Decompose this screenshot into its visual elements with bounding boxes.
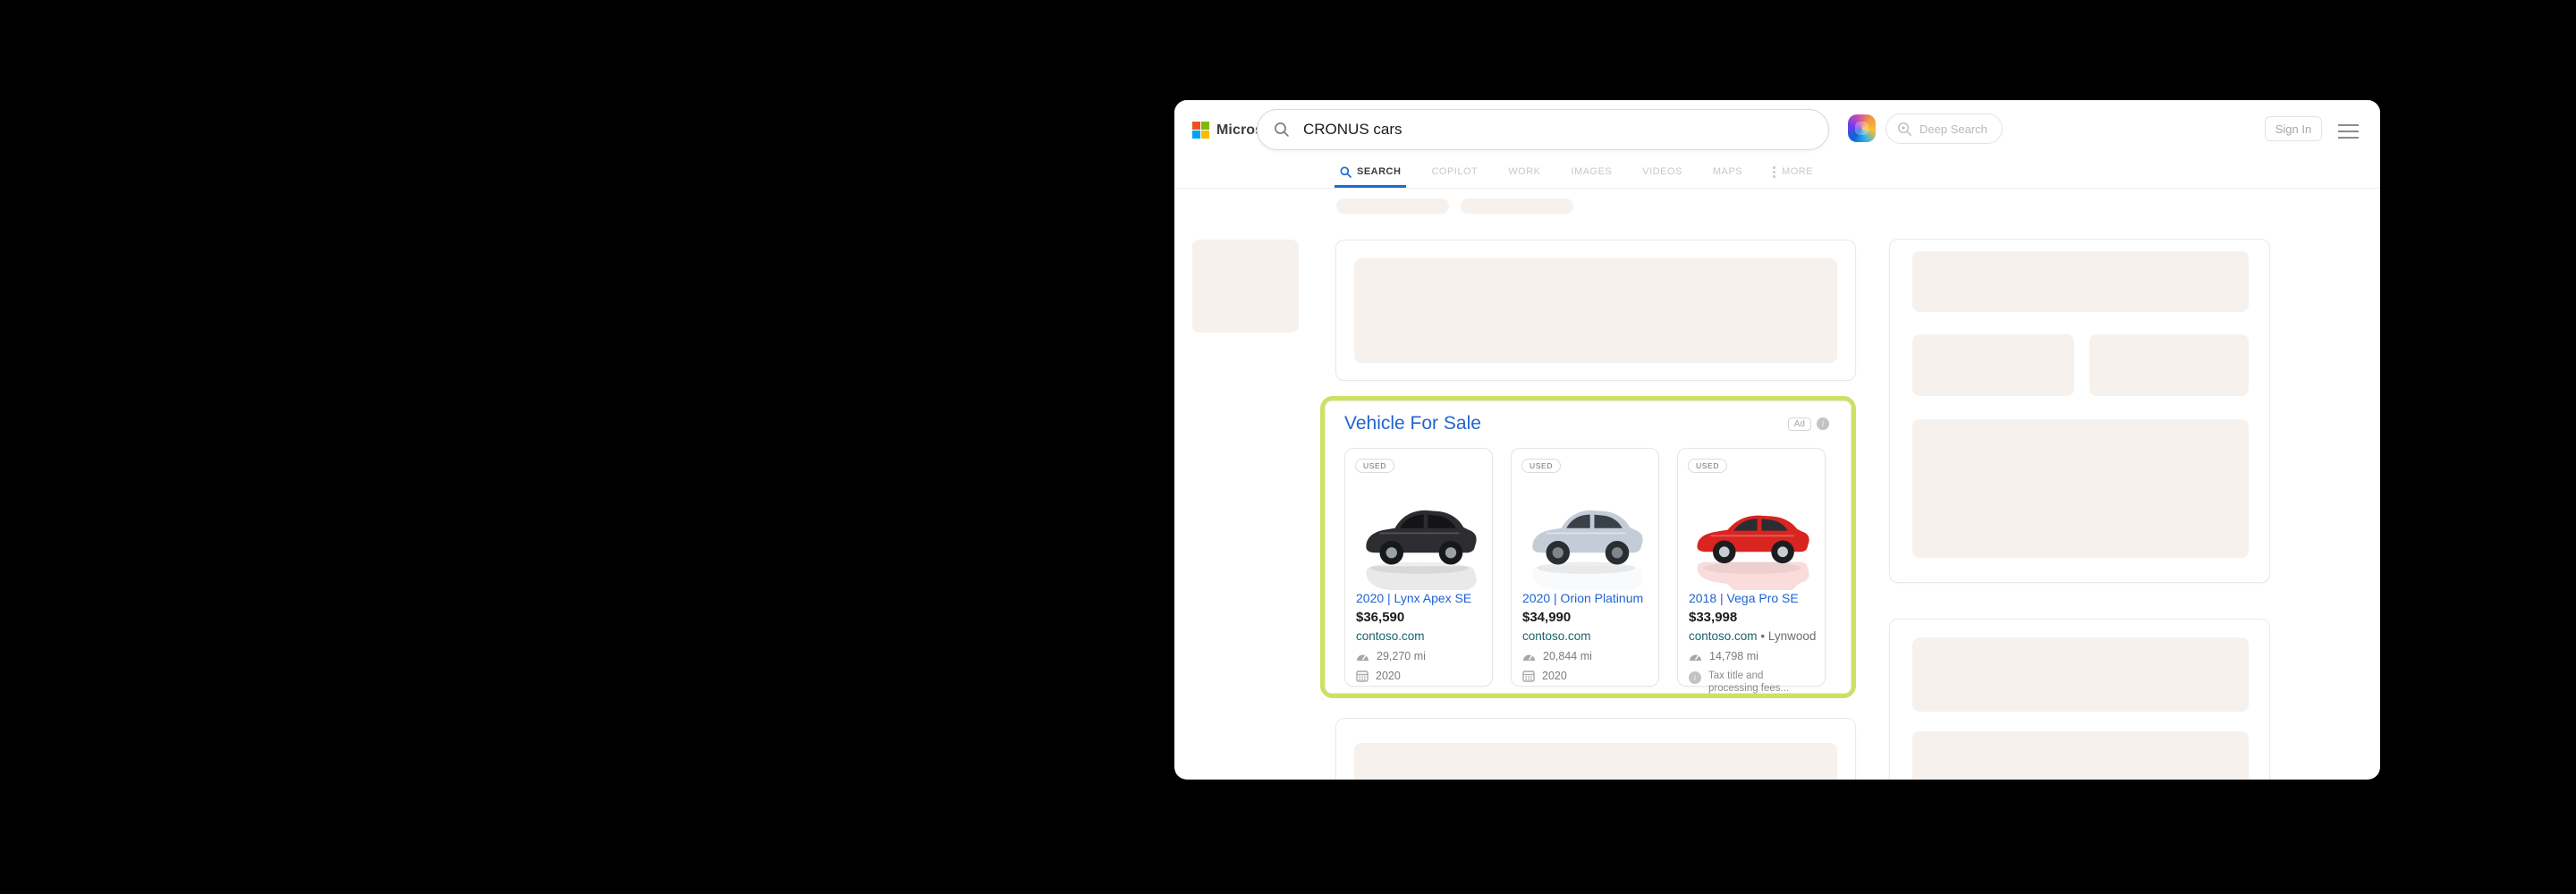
vehicle-site-domain[interactable]: contoso.com: [1689, 629, 1758, 643]
module-title[interactable]: Vehicle For Sale: [1344, 413, 1481, 434]
note-info-icon: i: [1689, 671, 1701, 684]
tab-label: WORK: [1508, 166, 1540, 177]
vehicle-title-link[interactable]: 2020 | Orion Platinum: [1522, 591, 1648, 605]
skeleton-block: [2089, 334, 2249, 396]
more-dots-icon: [1773, 166, 1775, 178]
calendar-icon: [1356, 670, 1368, 682]
vehicle-title-link[interactable]: 2020 | Lynx Apex SE: [1356, 591, 1481, 605]
tab-more[interactable]: MORE: [1773, 156, 1813, 188]
car-photo-red-sedan: [1689, 476, 1816, 590]
vehicle-card[interactable]: USED 2020: [1344, 448, 1493, 687]
vehicle-year-row: 2020: [1356, 670, 1481, 682]
skeleton-block: [1912, 637, 2249, 712]
tab-maps[interactable]: MAPS: [1713, 156, 1742, 188]
tab-label: IMAGES: [1571, 166, 1612, 177]
condition-badge: USED: [1355, 459, 1394, 473]
ad-badge: Ad: [1788, 417, 1811, 431]
skeleton-block: [1192, 240, 1299, 333]
deep-search-label: Deep Search: [1919, 122, 1987, 136]
year-value: 2020: [1542, 670, 1567, 682]
odometer-icon: [1522, 652, 1536, 662]
hamburger-menu-icon[interactable]: [2338, 124, 2359, 139]
vehicle-title-link[interactable]: 2018 | Vega Pro SE: [1689, 591, 1814, 605]
condition-badge: USED: [1688, 459, 1727, 473]
skeleton-block: [1912, 334, 2074, 396]
skeleton-block: [1461, 198, 1573, 214]
tab-search[interactable]: SEARCH: [1340, 156, 1401, 188]
browser-window: Microsoft Bing CRONUS cars Deep Search S…: [1174, 100, 2380, 780]
odometer-icon: [1356, 652, 1369, 662]
tab-copilot[interactable]: COPILOT: [1431, 156, 1478, 188]
vehicle-year-row: 2020: [1522, 670, 1648, 682]
search-icon: [1274, 122, 1290, 138]
skeleton-block: [1354, 743, 1837, 780]
sign-in-button[interactable]: Sign In: [2265, 116, 2322, 141]
tab-work[interactable]: WORK: [1508, 156, 1540, 188]
vehicle-card[interactable]: USED 2018: [1677, 448, 1826, 687]
module-header: Vehicle For Sale Ad i: [1326, 401, 1851, 434]
result-card-placeholder: [1335, 718, 1856, 780]
tab-label: MORE: [1782, 166, 1813, 177]
deep-search-button[interactable]: Deep Search: [1885, 114, 2003, 144]
vehicle-mileage-row: 29,270 mi: [1356, 650, 1481, 662]
search-tab-icon: [1340, 166, 1352, 178]
vehicle-location: Lynwood: [1768, 629, 1817, 643]
mileage-value: 29,270 mi: [1377, 650, 1426, 662]
bing-header: Microsoft Bing CRONUS cars Deep Search S…: [1174, 100, 2380, 189]
car-photo-black-suv: [1356, 476, 1483, 590]
location-separator: •: [1760, 629, 1765, 643]
tab-label: COPILOT: [1431, 166, 1478, 177]
sidebar-card-placeholder: [1889, 239, 2270, 583]
tab-videos[interactable]: VIDEOS: [1642, 156, 1682, 188]
microsoft-logo-icon: [1192, 122, 1209, 139]
vehicle-site[interactable]: contoso.com: [1522, 629, 1648, 643]
vehicle-price: $36,590: [1356, 610, 1481, 625]
vehicle-fees-note-row: i Tax title and processing fees...: [1689, 670, 1814, 696]
odometer-icon: [1689, 652, 1702, 662]
vehicle-card[interactable]: USED 2020: [1511, 448, 1659, 687]
vehicle-ad-module-inner: Vehicle For Sale Ad i USED: [1325, 401, 1852, 694]
skeleton-block: [1912, 419, 2249, 558]
mileage-value: 20,844 mi: [1543, 650, 1592, 662]
year-value: 2020: [1376, 670, 1401, 682]
vehicle-mileage-row: 20,844 mi: [1522, 650, 1648, 662]
search-tabs: SEARCH COPILOT WORK IMAGES VIDEOS MAPS M…: [1340, 156, 1813, 188]
search-input[interactable]: CRONUS cars: [1303, 121, 1402, 139]
tab-label: VIDEOS: [1642, 166, 1682, 177]
deep-search-icon: [1897, 122, 1912, 137]
skeleton-block: [1912, 731, 2249, 780]
car-photo-silver-suv: [1522, 476, 1649, 590]
module-header-right: Ad i: [1788, 417, 1829, 431]
search-box[interactable]: CRONUS cars: [1257, 109, 1829, 150]
fees-note: Tax title and processing fees...: [1708, 670, 1789, 696]
vehicle-site[interactable]: contoso.com: [1356, 629, 1481, 643]
skeleton-block: [1354, 258, 1837, 363]
ad-info-icon[interactable]: i: [1817, 417, 1829, 430]
vehicle-site[interactable]: contoso.com • Lynwood: [1689, 629, 1814, 643]
desktop-background: Microsoft Bing CRONUS cars Deep Search S…: [0, 0, 2576, 894]
vehicle-price: $34,990: [1522, 610, 1648, 625]
tab-images[interactable]: IMAGES: [1571, 156, 1612, 188]
vehicle-ad-module: Vehicle For Sale Ad i USED: [1320, 396, 1856, 698]
tab-label: MAPS: [1713, 166, 1742, 177]
skeleton-block: [1912, 251, 2249, 312]
vehicle-price: $33,998: [1689, 610, 1814, 625]
tab-label: SEARCH: [1357, 166, 1401, 177]
skeleton-block: [1336, 198, 1449, 214]
sidebar-card-placeholder: [1889, 619, 2270, 780]
vehicle-mileage-row: 14,798 mi: [1689, 650, 1814, 662]
result-card-placeholder: [1335, 240, 1856, 381]
vehicle-cards-row: USED 2020: [1344, 448, 1826, 687]
calendar-icon: [1522, 670, 1535, 682]
mileage-value: 14,798 mi: [1709, 650, 1758, 662]
copilot-icon[interactable]: [1848, 114, 1876, 142]
condition-badge: USED: [1521, 459, 1561, 473]
